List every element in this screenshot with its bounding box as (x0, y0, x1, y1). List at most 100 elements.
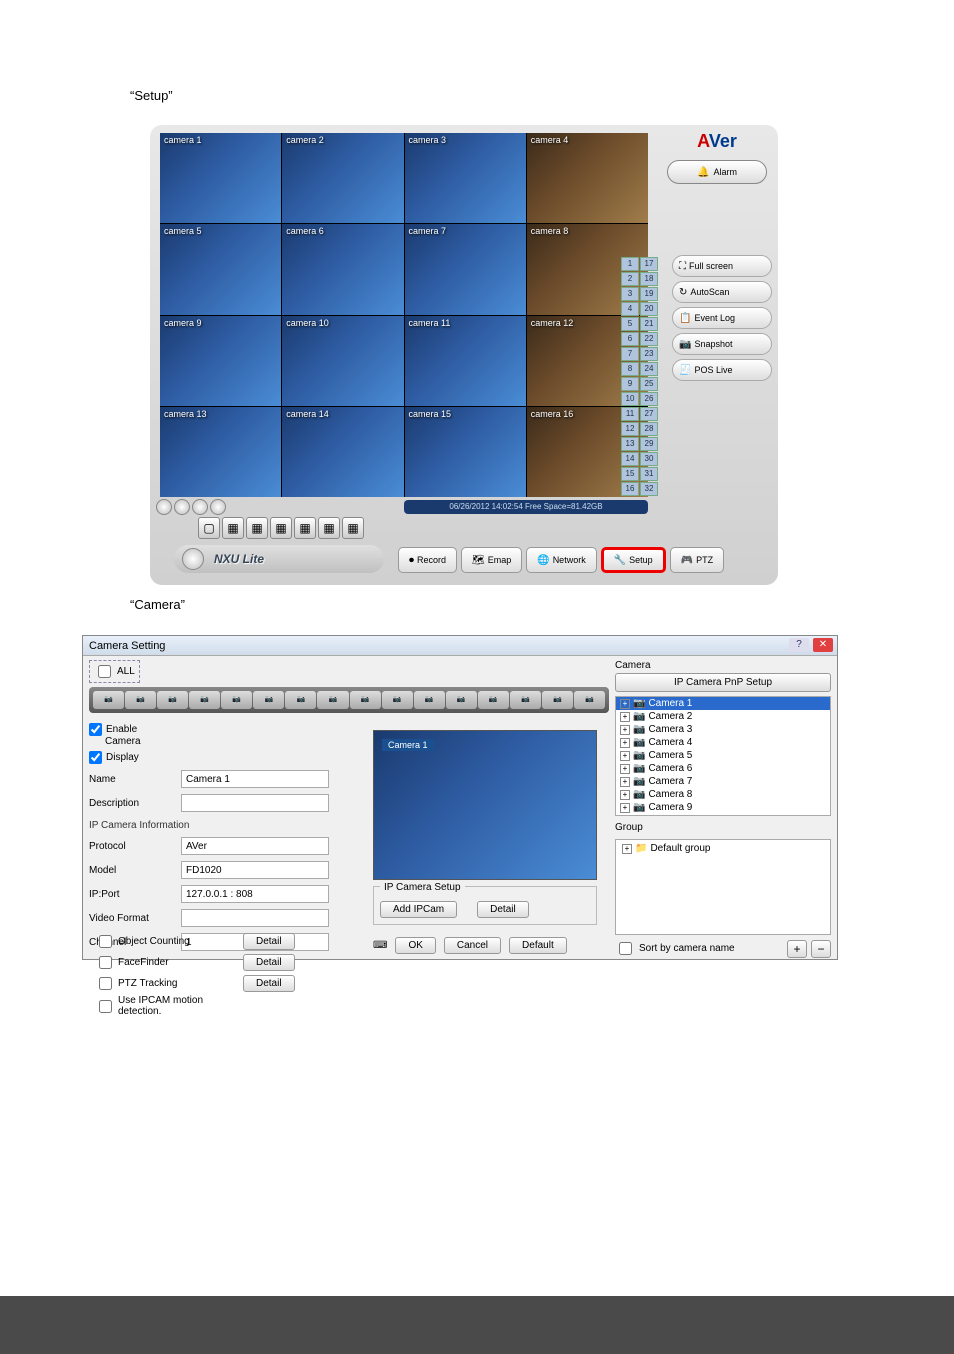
enable-checkbox-input[interactable] (89, 723, 102, 736)
video-cell[interactable]: camera 1 (160, 133, 281, 223)
camera-tab[interactable]: 📷 (189, 691, 220, 709)
record-button[interactable]: ⏺Record (398, 547, 457, 573)
expand-icon[interactable]: + (620, 751, 630, 761)
camera-tab[interactable]: 📷 (157, 691, 188, 709)
layout-custom1[interactable]: ▦ (294, 517, 316, 539)
camera-list-item[interactable]: +📷Camera 4 (616, 736, 830, 749)
channel-number[interactable]: 8 (621, 362, 639, 376)
video-cell[interactable]: camera 14 (282, 407, 403, 497)
channel-number[interactable]: 2 (621, 272, 639, 286)
remove-button[interactable]: − (811, 940, 831, 958)
expand-icon[interactable]: + (620, 712, 630, 722)
channel-number[interactable]: 11 (621, 407, 639, 421)
ok-button[interactable]: OK (395, 937, 435, 954)
network-button[interactable]: 🌐Network (526, 547, 596, 573)
camera-tab[interactable]: 📷 (93, 691, 124, 709)
name-input[interactable]: Camera 1 (181, 770, 329, 788)
camera-tab[interactable]: 📷 (317, 691, 348, 709)
channel-number[interactable]: 24 (640, 362, 658, 376)
channel-number[interactable]: 12 (621, 422, 639, 436)
channel-number[interactable]: 32 (640, 482, 658, 496)
model-input[interactable]: FD1020 (181, 861, 329, 879)
camera-tab[interactable]: 📷 (125, 691, 156, 709)
camera-tab[interactable]: 📷 (350, 691, 381, 709)
description-input[interactable] (181, 794, 329, 812)
video-cell[interactable]: camera 11 (405, 316, 526, 406)
channel-number[interactable]: 6 (621, 332, 639, 346)
ip-camera-pnp-button[interactable]: IP Camera PnP Setup (615, 673, 831, 692)
channel-number[interactable]: 7 (621, 347, 639, 361)
camera-tab[interactable]: 📷 (382, 691, 413, 709)
power-button[interactable] (182, 548, 204, 570)
expand-icon[interactable]: + (620, 725, 630, 735)
round-control[interactable] (156, 499, 172, 515)
ptz-tracking-checkbox[interactable] (99, 977, 112, 990)
camera-tab[interactable]: 📷 (542, 691, 573, 709)
video-cell[interactable]: camera 10 (282, 316, 403, 406)
channel-number[interactable]: 27 (640, 407, 658, 421)
add-button[interactable]: + (787, 940, 807, 958)
add-ipcam-button[interactable]: Add IPCam (380, 901, 457, 918)
channel-number[interactable]: 30 (640, 452, 658, 466)
eventlog-button[interactable]: 📋Event Log (672, 307, 772, 329)
close-button[interactable]: ✕ (813, 638, 833, 652)
camera-tab[interactable]: 📷 (253, 691, 284, 709)
sort-checkbox[interactable] (619, 942, 632, 955)
camera-list-item[interactable]: +📷Camera 3 (616, 723, 830, 736)
channel-number[interactable]: 3 (621, 287, 639, 301)
channel-number[interactable]: 1 (621, 257, 639, 271)
use-ipcam-motion-checkbox[interactable] (99, 1000, 112, 1013)
layout-custom2[interactable]: ▦ (318, 517, 340, 539)
expand-icon[interactable]: + (620, 803, 630, 813)
detail-button-oc[interactable]: Detail (243, 933, 295, 950)
all-checkbox-input[interactable] (98, 665, 111, 678)
channel-number[interactable]: 5 (621, 317, 639, 331)
alarm-button[interactable]: 🔔 Alarm (667, 160, 767, 184)
cancel-button[interactable]: Cancel (444, 937, 501, 954)
expand-icon[interactable]: + (620, 790, 630, 800)
detail-button[interactable]: Detail (477, 901, 529, 918)
camera-list-item[interactable]: +📷Camera 8 (616, 788, 830, 801)
camera-tab[interactable]: 📷 (446, 691, 477, 709)
camera-tab[interactable]: 📷 (221, 691, 252, 709)
ptz-button[interactable]: 🎮PTZ (670, 547, 724, 573)
channel-number[interactable]: 29 (640, 437, 658, 451)
group-item[interactable]: +📁Default group (618, 842, 828, 855)
camera-tab[interactable]: 📷 (510, 691, 541, 709)
channel-number[interactable]: 23 (640, 347, 658, 361)
snapshot-button[interactable]: 📷Snapshot (672, 333, 772, 355)
channel-number[interactable]: 16 (621, 482, 639, 496)
layout-16[interactable]: ▦ (270, 517, 292, 539)
channel-number[interactable]: 20 (640, 302, 658, 316)
group-list[interactable]: +📁Default group (615, 839, 831, 935)
detail-button-ff[interactable]: Detail (243, 954, 295, 971)
protocol-input[interactable]: AVer (181, 837, 329, 855)
video-cell[interactable]: camera 9 (160, 316, 281, 406)
camera-list[interactable]: +📷Camera 1 +📷Camera 2 +📷Camera 3 +📷Camer… (615, 696, 831, 816)
expand-icon[interactable]: + (620, 699, 630, 709)
layout-9[interactable]: ▦ (246, 517, 268, 539)
layout-custom3[interactable]: ▦ (342, 517, 364, 539)
facefinder-checkbox[interactable] (99, 956, 112, 969)
emap-button[interactable]: 🗺Emap (461, 547, 522, 573)
expand-icon[interactable]: + (620, 764, 630, 774)
video-cell[interactable]: camera 5 (160, 224, 281, 314)
display-checkbox-input[interactable] (89, 751, 102, 764)
object-counting-checkbox[interactable] (99, 935, 112, 948)
default-button[interactable]: Default (509, 937, 567, 954)
channel-number[interactable]: 19 (640, 287, 658, 301)
camera-tab[interactable]: 📷 (574, 691, 605, 709)
channel-number[interactable]: 22 (640, 332, 658, 346)
detail-button-ptz[interactable]: Detail (243, 975, 295, 992)
layout-1[interactable]: ▢ (198, 517, 220, 539)
video-cell[interactable]: camera 13 (160, 407, 281, 497)
help-button[interactable]: ? (789, 638, 809, 652)
channel-number[interactable]: 31 (640, 467, 658, 481)
round-control[interactable] (174, 499, 190, 515)
camera-list-item[interactable]: +📷Camera 5 (616, 749, 830, 762)
channel-number[interactable]: 28 (640, 422, 658, 436)
camera-list-item[interactable]: +📷Camera 1 (616, 697, 830, 710)
channel-number[interactable]: 26 (640, 392, 658, 406)
layout-4[interactable]: ▦ (222, 517, 244, 539)
round-control[interactable] (192, 499, 208, 515)
